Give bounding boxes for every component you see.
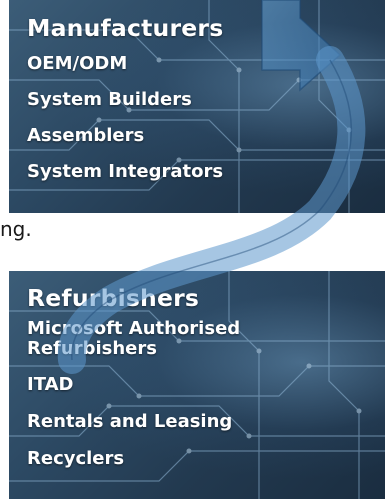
partial-body-text: ng. (0, 217, 32, 241)
list-item: ITAD (27, 374, 74, 395)
list-item: Rentals and Leasing (27, 411, 233, 432)
list-item: Refurbishers (27, 338, 157, 359)
list-item: System Builders (27, 89, 192, 110)
slide-canvas: Manufacturers OEM/ODM System Builders As… (0, 0, 385, 499)
list-item: System Integrators (27, 161, 224, 182)
manufacturers-title: Manufacturers (27, 14, 224, 42)
list-item: Microsoft Authorised (27, 318, 241, 339)
list-item: OEM/ODM (27, 53, 128, 74)
refurbishers-title: Refurbishers (27, 284, 200, 312)
list-item: Recyclers (27, 448, 125, 469)
refurbishers-list: Refurbishers Microsoft Authorised Refurb… (27, 271, 385, 470)
manufacturers-panel: Manufacturers OEM/ODM System Builders As… (9, 0, 385, 213)
list-item: Assemblers (27, 125, 145, 146)
manufacturers-list: Manufacturers OEM/ODM System Builders As… (27, 0, 385, 183)
refurbishers-panel: Refurbishers Microsoft Authorised Refurb… (9, 271, 385, 499)
